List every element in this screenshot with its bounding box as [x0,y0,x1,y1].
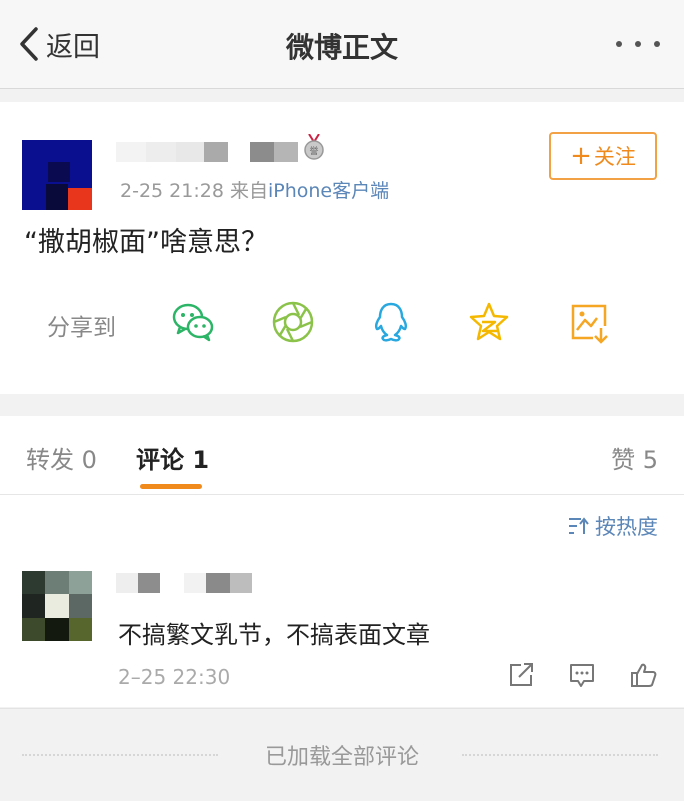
medal-icon: 誉 [304,134,324,160]
plus-icon: + [570,141,592,171]
divider [462,754,658,756]
commenter-name-blurred[interactable] [116,573,252,593]
more-icon[interactable] [616,36,660,52]
tab-like[interactable]: 赞 5 [611,440,658,475]
like-icon[interactable] [630,661,658,689]
sort-button[interactable]: 按热度 [567,511,658,541]
tab-active-indicator [140,484,202,489]
page-title: 微博正文 [285,31,398,64]
post-time: 2-25 21:28 来自iPhone客户端 [120,180,390,202]
comment-time: 2–25 22:30 [118,665,231,689]
sort-icon [569,517,589,534]
comment-text: 不搞繁文乳节，不搞表面文章 [118,621,430,649]
avatar[interactable] [22,571,92,641]
qzone-icon[interactable] [467,300,511,344]
post-source: iPhone客户端 [267,180,390,202]
comments-section: 按热度 不搞繁文乳节，不搞表面文章 2–25 22:30 [0,495,684,707]
svg-text:誉: 誉 [309,145,318,157]
share-label: 分享到 [47,315,116,341]
tab-comment[interactable]: 评论 1 [136,440,209,475]
qq-icon[interactable] [369,300,413,344]
save-image-icon[interactable] [567,300,611,344]
tab-bar: 转发 0 评论 1 赞 5 [0,416,684,495]
post-content: “撒胡椒面”啥意思？ [24,227,268,258]
share-icon[interactable] [507,661,535,689]
tab-repost[interactable]: 转发 0 [26,440,97,475]
reply-icon[interactable] [568,661,596,689]
username-blurred[interactable] [116,142,298,162]
wechat-icon[interactable] [171,300,215,344]
nav-bar: 返回 微博正文 [0,0,684,89]
moments-icon[interactable] [271,300,315,344]
avatar[interactable] [22,140,92,210]
follow-button[interactable]: + 关注 [549,132,657,180]
post-card: 誉 2-25 21:28 来自iPhone客户端 + 关注 “撒胡椒面”啥意思？ … [0,102,684,394]
footer: 已加载全部评论 [0,708,684,801]
